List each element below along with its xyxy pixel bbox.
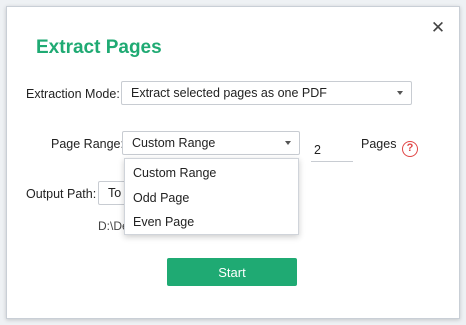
chevron-down-icon	[285, 141, 291, 145]
output-path-label: Output Path:	[26, 187, 97, 201]
close-icon[interactable]: ✕	[429, 19, 447, 37]
extraction-mode-value: Extract selected pages as one PDF	[131, 86, 327, 100]
start-button[interactable]: Start	[167, 258, 297, 286]
output-path-value: To	[108, 186, 122, 200]
extraction-mode-select[interactable]: Extract selected pages as one PDF	[121, 81, 412, 105]
page-range-dropdown: Custom Range Odd Page Even Page	[124, 158, 299, 235]
dropdown-option-custom-range[interactable]: Custom Range	[125, 161, 298, 186]
page-range-label: Page Range:	[51, 137, 124, 151]
extract-pages-dialog: ✕ Extract Pages Extraction Mode: Extract…	[6, 6, 460, 319]
help-icon[interactable]: ?	[402, 141, 418, 157]
page-range-input[interactable]	[311, 138, 353, 162]
dropdown-option-odd-page[interactable]: Odd Page	[125, 186, 298, 211]
page-range-value: Custom Range	[132, 136, 216, 150]
pages-label: Pages	[361, 137, 397, 151]
chevron-down-icon	[397, 91, 403, 95]
dialog-title: Extract Pages	[36, 37, 162, 58]
page-range-select[interactable]: Custom Range	[122, 131, 300, 155]
dropdown-option-even-page[interactable]: Even Page	[125, 210, 298, 235]
extraction-mode-label: Extraction Mode:	[26, 87, 120, 101]
